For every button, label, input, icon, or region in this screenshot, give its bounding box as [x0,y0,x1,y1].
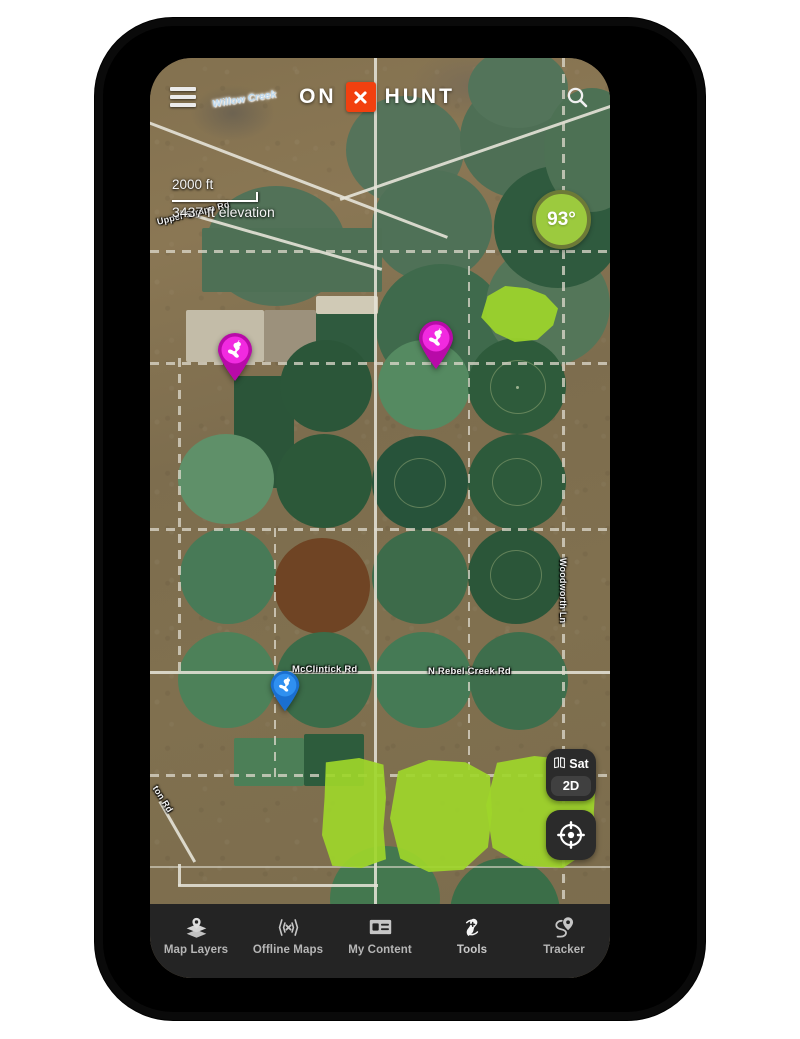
nav-label: Tools [456,944,488,956]
field-circle [276,434,372,528]
field-circle [180,528,276,624]
nav-label: My Content [348,944,412,956]
field-circle [178,434,274,524]
brand-text-on: ON [299,85,337,108]
map-controls: Sat 2D [546,749,596,860]
nav-item-offline-maps[interactable]: Offline Maps [242,915,334,956]
road-lower-left [158,800,197,863]
tools-icon [460,915,485,939]
road-horizontal [150,528,610,531]
layers-icon [184,915,209,939]
app-logo: ON HUNT [190,82,564,112]
compass-crosshair-icon[interactable] [546,810,596,860]
nav-item-tools[interactable]: Tools [426,915,518,956]
fallow-patch [316,296,378,314]
basemap-toggle-button[interactable]: Sat 2D [546,749,596,801]
field-circle [374,632,472,728]
map-pin-pheasant-1[interactable] [216,332,254,382]
pivot-ring [492,458,542,506]
pivot-ring [490,550,542,600]
brand-text-hunt: HUNT [384,85,455,108]
temperature-value: 93° [547,208,576,230]
field-circle [274,538,370,634]
nav-label: Map Layers [163,944,229,956]
app-header: ON HUNT [150,58,610,136]
dimension-toggle[interactable]: 2D [551,776,591,796]
nav-item-map-layers[interactable]: Map Layers [150,915,242,956]
offline-wifi-icon [275,915,302,939]
public-land-parcel[interactable] [322,758,386,868]
field-circle [470,632,568,730]
road-horizontal [150,250,610,253]
content-card-icon [368,915,393,939]
x-mark-icon [345,82,376,112]
nav-item-my-content[interactable]: My Content [334,915,426,956]
bottom-navigation-bar: Map Layers Offline Maps My Content Tools… [150,904,610,978]
nav-label: Offline Maps [252,944,324,956]
public-land-parcel[interactable] [390,760,492,872]
map-pin-pheasant-2[interactable] [417,320,455,370]
pivot-ring [394,458,446,508]
road-lower-left [178,884,378,887]
road-vertical [178,358,181,678]
road-lower-left [178,864,181,886]
map-pin-pheasant-3[interactable] [269,670,301,712]
tracker-pin-icon [552,915,577,939]
map-book-icon [553,756,566,772]
field-circle [280,340,372,432]
field-patch [234,738,304,786]
nav-item-tracker[interactable]: Tracker [518,915,610,956]
satellite-map[interactable]: Willow Creek Upper Strapp Rd McClintick … [150,58,610,978]
temperature-badge[interactable]: 93° [532,190,591,249]
field-circle [372,530,468,624]
road-vertical [274,528,276,778]
basemap-row: Sat [553,756,589,772]
field-circle [178,632,276,728]
search-icon[interactable] [564,84,590,110]
road-horizontal [150,671,610,674]
nav-label: Tracker [543,944,585,956]
road-vertical [468,250,470,770]
basemap-label: Sat [569,757,589,771]
phone-screen: Willow Creek Upper Strapp Rd McClintick … [150,58,610,978]
screenshot-stage: Willow Creek Upper Strapp Rd McClintick … [0,0,800,1039]
pivot-center [516,386,519,389]
